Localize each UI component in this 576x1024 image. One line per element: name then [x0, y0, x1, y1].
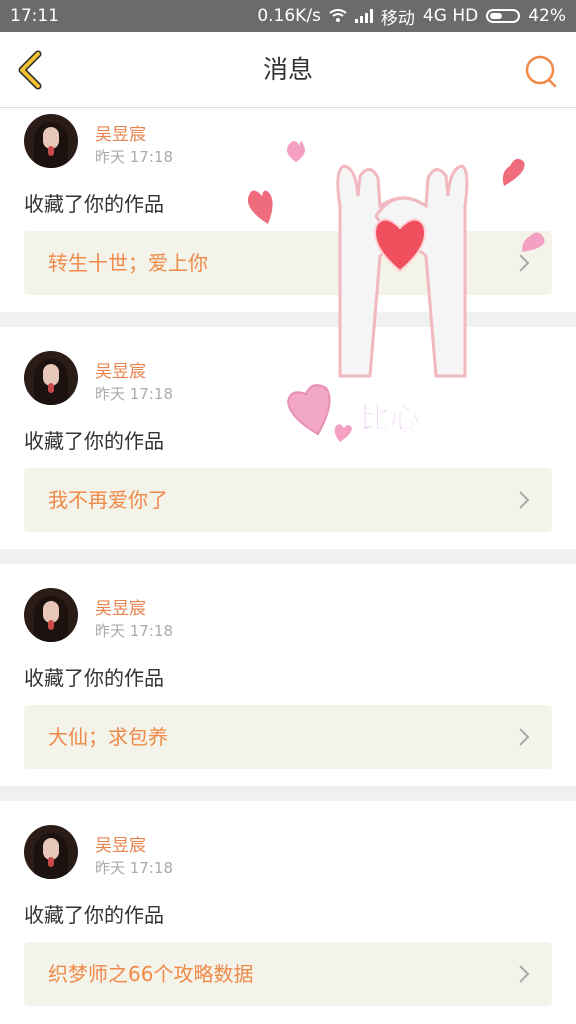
- message-time: 昨天 17:18: [95, 385, 173, 403]
- nav-bar: 消息: [0, 32, 576, 108]
- message-card: 吴昱宸 昨天 17:18 收藏了你的作品 织梦师之66个攻略数据: [0, 801, 576, 1024]
- avatar[interactable]: [24, 825, 78, 879]
- battery-level: 42%: [528, 6, 566, 26]
- chevron-right-icon: [519, 728, 530, 746]
- message-card: 吴昱宸 昨天 17:18 收藏了你的作品 大仙；求包养: [0, 564, 576, 786]
- work-link[interactable]: 织梦师之66个攻略数据: [24, 942, 552, 1006]
- status-bar: 17:11 0.16K/s 移动 4G HD 42%: [0, 0, 576, 32]
- avatar[interactable]: [24, 114, 78, 168]
- work-title: 织梦师之66个攻略数据: [48, 962, 254, 986]
- battery-icon: [486, 9, 521, 23]
- chevron-right-icon: [519, 965, 530, 983]
- status-time: 17:11: [10, 6, 59, 26]
- work-link[interactable]: 转生十世；爱上你: [24, 231, 552, 295]
- network-type: 4G HD: [422, 6, 479, 26]
- sticker-text: 比心: [360, 401, 421, 437]
- page-title: 消息: [262, 55, 313, 84]
- message-time: 昨天 17:18: [95, 622, 173, 640]
- work-title: 大仙；求包养: [48, 725, 168, 749]
- message-card: 吴昱宸 昨天 17:18 收藏了你的作品 转生十世；爱上你: [0, 108, 576, 312]
- chevron-right-icon: [519, 254, 530, 272]
- username[interactable]: 吴昱宸: [95, 831, 146, 856]
- action-text: 收藏了你的作品: [24, 192, 164, 216]
- search-icon[interactable]: [522, 52, 560, 90]
- message-card: 吴昱宸 昨天 17:18 收藏了你的作品 我不再爱你了: [0, 327, 576, 549]
- action-text: 收藏了你的作品: [24, 903, 164, 927]
- username[interactable]: 吴昱宸: [95, 120, 146, 145]
- chevron-right-icon: [519, 491, 530, 509]
- signal-icon: [354, 9, 373, 23]
- avatar[interactable]: [24, 351, 78, 405]
- action-text: 收藏了你的作品: [24, 666, 164, 690]
- action-text: 收藏了你的作品: [24, 429, 164, 453]
- wifi-icon: [329, 9, 347, 22]
- message-time: 昨天 17:18: [95, 859, 173, 877]
- work-title: 我不再爱你了: [48, 488, 168, 512]
- username[interactable]: 吴昱宸: [95, 594, 146, 619]
- work-title: 转生十世；爱上你: [48, 251, 208, 275]
- work-link[interactable]: 大仙；求包养: [24, 705, 552, 769]
- avatar[interactable]: [24, 588, 78, 642]
- message-time: 昨天 17:18: [95, 148, 173, 166]
- status-indicators: 0.16K/s 移动 4G HD 42%: [257, 4, 566, 29]
- network-speed: 0.16K/s: [257, 6, 321, 26]
- username[interactable]: 吴昱宸: [95, 357, 146, 382]
- work-link[interactable]: 我不再爱你了: [24, 468, 552, 532]
- carrier-label: 移动: [380, 8, 415, 29]
